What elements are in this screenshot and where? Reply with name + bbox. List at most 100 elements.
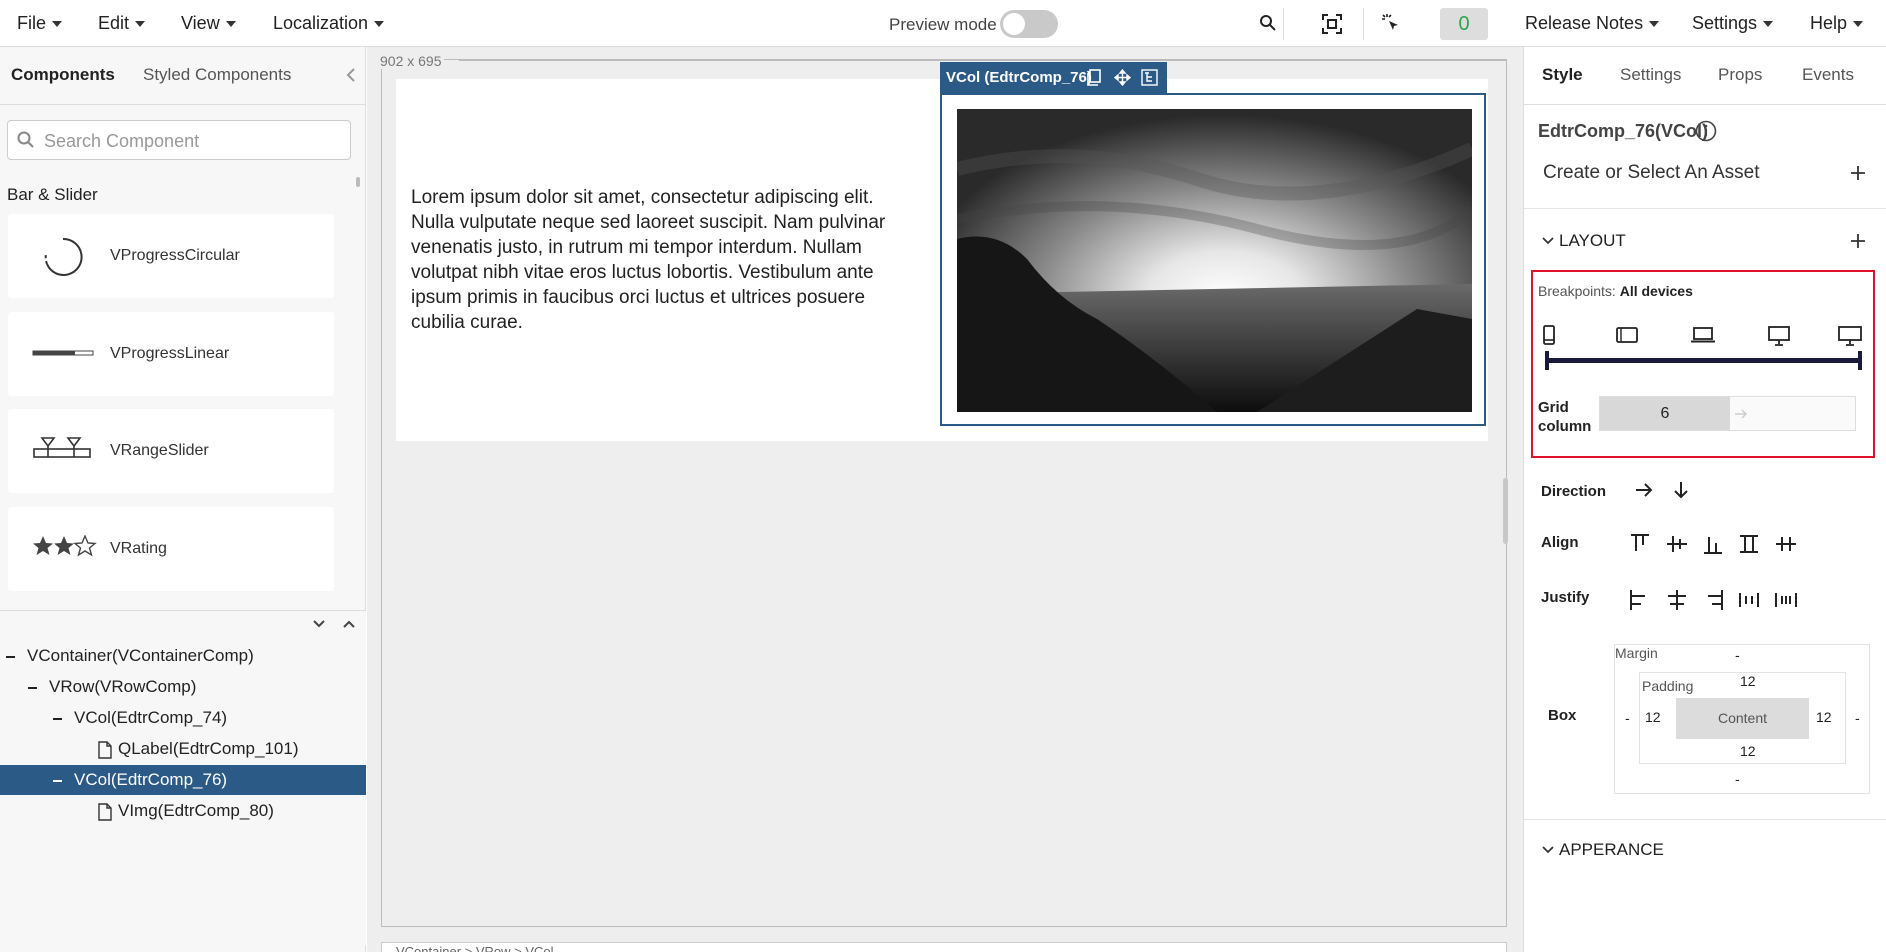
chevron-down-icon[interactable]: [1542, 235, 1554, 247]
component-label: VRating: [110, 540, 167, 557]
breadcrumb[interactable]: VContainer > VRow > VCol: [396, 944, 554, 952]
file-icon: [98, 740, 112, 759]
file-menu-label: File: [17, 13, 47, 33]
settings-menu[interactable]: Settings: [1692, 13, 1774, 34]
asset-selector[interactable]: Create or Select An Asset: [1543, 162, 1760, 184]
info-icon[interactable]: [1695, 120, 1717, 142]
settings-menu-label: Settings: [1692, 13, 1758, 33]
preview-mode-toggle[interactable]: [1000, 10, 1058, 38]
tab-settings[interactable]: Settings: [1620, 65, 1681, 85]
search-icon[interactable]: [1259, 14, 1277, 32]
chevron-down-icon: [1649, 20, 1660, 27]
release-notes-label: Release Notes: [1525, 13, 1644, 33]
arrow-right-icon[interactable]: [1634, 481, 1654, 499]
component-card-vprogresslinear[interactable]: VProgressLinear: [8, 312, 334, 396]
scrollbar[interactable]: [356, 177, 360, 187]
padding-bottom-value[interactable]: 12: [1740, 743, 1756, 759]
tab-components[interactable]: Components: [11, 65, 115, 85]
component-title: EdtrComp_76(VCol): [1538, 121, 1709, 141]
tree-item-label: VImg(EdtrComp_80): [118, 801, 274, 820]
tree-item-vcontainer[interactable]: VContainer(VContainerComp): [0, 641, 366, 671]
padding-box: Padding 12 12 12 12 Content: [1639, 672, 1846, 764]
tab-styled-components[interactable]: Styled Components: [143, 65, 291, 85]
align-start-icon[interactable]: [1627, 531, 1653, 557]
align-baseline-icon[interactable]: [1773, 531, 1799, 557]
tree-item-vimg[interactable]: VImg(EdtrComp_80): [0, 796, 366, 826]
search-component-input[interactable]: Search Component: [7, 120, 351, 160]
qlabel-text[interactable]: Lorem ipsum dolor sit amet, consectetur …: [411, 185, 921, 335]
rating-stars-icon: [33, 535, 97, 557]
align-stretch-icon[interactable]: [1736, 531, 1762, 557]
breadcrumb-bar: VContainer > VRow > VCol: [381, 942, 1507, 952]
margin-right-value[interactable]: -: [1855, 710, 1860, 726]
chevron-up-icon[interactable]: [342, 617, 356, 631]
tab-events[interactable]: Events: [1802, 65, 1854, 85]
move-icon[interactable]: [1114, 69, 1131, 86]
padding-top-value[interactable]: 12: [1740, 673, 1756, 689]
chevron-down-icon: [1763, 20, 1774, 27]
justify-space-between-icon[interactable]: [1736, 587, 1762, 613]
arrow-down-icon[interactable]: [1672, 480, 1690, 500]
padding-left-value[interactable]: 12: [1645, 709, 1661, 725]
component-card-vrating[interactable]: VRating: [8, 507, 334, 591]
tab-props[interactable]: Props: [1718, 65, 1762, 85]
padding-label: Padding: [1642, 678, 1694, 694]
margin-left-value[interactable]: -: [1625, 710, 1630, 726]
divider: [1283, 8, 1284, 40]
layout-section-title[interactable]: LAYOUT: [1559, 231, 1626, 251]
justify-center-icon[interactable]: [1664, 587, 1690, 613]
range-slider-icon: [33, 437, 91, 458]
edit-menu[interactable]: Edit: [98, 13, 146, 34]
tab-style[interactable]: Style: [1542, 65, 1583, 85]
localization-menu[interactable]: Localization: [273, 13, 385, 34]
add-icon[interactable]: [1850, 233, 1866, 249]
vimg-image[interactable]: [957, 109, 1472, 412]
tree-item-qlabel[interactable]: QLabel(EdtrComp_101): [0, 734, 366, 764]
counter-badge[interactable]: 0: [1440, 8, 1488, 40]
tree-item-label: QLabel(EdtrComp_101): [118, 739, 299, 758]
align-center-icon[interactable]: [1664, 531, 1690, 557]
component-card-vrangeslider[interactable]: VRangeSlider: [8, 409, 334, 493]
chevron-down-icon[interactable]: [1542, 844, 1554, 856]
release-notes-menu[interactable]: Release Notes: [1525, 13, 1660, 34]
menubar: File Edit View Localization Preview mode…: [0, 0, 1886, 47]
copy-icon[interactable]: [1086, 69, 1103, 86]
appearance-section-title[interactable]: APPERANCE: [1559, 840, 1664, 860]
cursor-click-icon[interactable]: [1380, 13, 1402, 35]
file-menu[interactable]: File: [17, 13, 63, 34]
tree-item-vcol-76[interactable]: VCol(EdtrComp_76): [0, 765, 366, 795]
divider: [1524, 819, 1886, 820]
add-asset-icon[interactable]: [1850, 165, 1866, 181]
padding-right-value[interactable]: 12: [1816, 709, 1832, 725]
justify-end-icon[interactable]: [1700, 587, 1726, 613]
tree-structure-icon[interactable]: [1141, 69, 1158, 86]
component-card-vprogresscircular[interactable]: VProgressCircular: [8, 214, 334, 298]
collapse-panel-icon[interactable]: [345, 67, 357, 83]
progress-circular-icon: [44, 237, 83, 276]
highlight-outline: [1531, 270, 1875, 458]
help-menu[interactable]: Help: [1810, 13, 1864, 34]
progress-linear-icon: [32, 350, 94, 356]
margin-bottom-value[interactable]: -: [1735, 771, 1740, 787]
chevron-down-icon: [225, 20, 236, 27]
justify-start-icon[interactable]: [1627, 587, 1653, 613]
qr-scan-icon[interactable]: [1321, 13, 1343, 35]
help-menu-label: Help: [1810, 13, 1848, 33]
collapse-icon: [53, 779, 62, 782]
tree-item-vrow[interactable]: VRow(VRowComp): [0, 672, 366, 702]
tree-item-label: VRow(VRowComp): [49, 677, 197, 696]
tree-item-label: VCol(EdtrComp_74): [74, 708, 228, 727]
canvas-size-label: 902 x 695: [378, 53, 444, 69]
resize-handle[interactable]: [1503, 478, 1508, 544]
justify-space-around-icon[interactable]: [1773, 587, 1799, 613]
collapse-icon: [6, 655, 15, 658]
divider: [1363, 8, 1364, 40]
tree-item-vcol-74[interactable]: VCol(EdtrComp_74): [0, 703, 366, 733]
tree-item-label: VContainer(VContainerComp): [27, 646, 254, 665]
chevron-down-icon[interactable]: [312, 617, 326, 631]
margin-top-value[interactable]: -: [1735, 647, 1740, 663]
divider: [1524, 104, 1886, 105]
component-label: VRangeSlider: [110, 442, 209, 459]
view-menu[interactable]: View: [181, 13, 236, 34]
align-end-icon[interactable]: [1700, 531, 1726, 557]
